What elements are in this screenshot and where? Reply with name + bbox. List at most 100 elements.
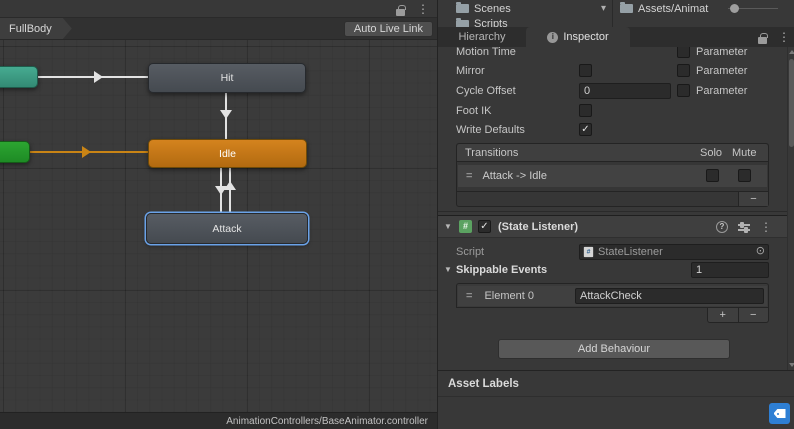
transitions-list: = Attack -> Idle xyxy=(457,162,768,191)
solo-checkbox[interactable] xyxy=(706,169,719,182)
zoom-slider-knob[interactable] xyxy=(730,4,739,13)
help-icon[interactable]: ? xyxy=(716,221,728,233)
drag-handle-icon[interactable]: = xyxy=(466,291,472,302)
motion-time-label: Motion Time xyxy=(456,47,516,61)
tag-icon xyxy=(774,409,786,418)
transition-hit-idle-arrow[interactable] xyxy=(220,110,232,119)
controller-path-bar: AnimationControllers/BaseAnimator.contro… xyxy=(0,412,437,429)
state-node-idle[interactable]: Idle xyxy=(148,139,307,168)
row-cycle-offset: Cycle Offset 0 Parameter xyxy=(438,82,787,100)
breadcrumb-label: FullBody xyxy=(9,23,52,35)
state-label: Attack xyxy=(212,223,241,235)
scroll-up-arrow[interactable] xyxy=(789,50,794,54)
asset-labels-header[interactable]: Asset Labels xyxy=(438,371,794,397)
cycle-offset-parameter-checkbox[interactable] xyxy=(677,84,690,97)
parameter-label: Parameter xyxy=(696,82,747,100)
state-machine-graph[interactable]: Hit Idle Attack xyxy=(0,40,437,412)
transition-attack-idle-arrow[interactable] xyxy=(224,181,236,190)
row-skippable-events: ▼ Skippable Events 1 xyxy=(438,261,787,279)
remove-transition-button[interactable]: − xyxy=(738,192,768,206)
transition-row[interactable]: = Attack -> Idle xyxy=(458,165,767,187)
minus-icon: − xyxy=(750,309,756,321)
add-behaviour-button[interactable]: Add Behaviour xyxy=(498,339,730,359)
breadcrumb-fullbody[interactable]: FullBody xyxy=(0,18,72,39)
folder-icon xyxy=(456,4,469,13)
cycle-offset-label: Cycle Offset xyxy=(456,82,516,100)
kebab-menu-icon[interactable]: ⋮ xyxy=(778,31,790,43)
foot-ik-checkbox[interactable] xyxy=(579,104,592,117)
auto-live-link-button[interactable]: Auto Live Link xyxy=(344,21,433,37)
hash-glyph: # xyxy=(463,222,468,231)
array-size-field[interactable]: 1 xyxy=(691,262,769,278)
motion-time-parameter-checkbox[interactable] xyxy=(677,47,690,58)
inspector-panel: Scenes ▾ Assets/Animat Scripts Hierarchy… xyxy=(437,0,794,429)
inspector-scrollbar[interactable] xyxy=(787,47,794,370)
project-row-scenes[interactable]: Scenes xyxy=(438,0,598,17)
dropdown-caret-icon[interactable]: ▾ xyxy=(601,3,606,14)
project-row-scripts[interactable]: Scripts xyxy=(438,17,598,27)
element-list-box: = Element 0 AttackCheck xyxy=(456,283,769,308)
tab-inspector[interactable]: i Inspector xyxy=(526,27,630,47)
element-label: Element 0 xyxy=(484,290,534,302)
transition-anystate-hit-arrow[interactable] xyxy=(94,71,103,83)
element-row[interactable]: = Element 0 AttackCheck xyxy=(458,286,767,306)
section-divider xyxy=(438,211,787,212)
mute-column-label: Mute xyxy=(732,144,756,162)
scrollbar-thumb[interactable] xyxy=(789,59,794,147)
state-node-hit[interactable]: Hit xyxy=(148,63,306,93)
transition-attack-idle[interactable] xyxy=(229,168,231,213)
drag-handle-icon[interactable]: = xyxy=(466,171,472,182)
project-strip: Scenes ▾ Assets/Animat Scripts xyxy=(438,0,794,27)
transition-entry-idle-arrow[interactable] xyxy=(82,146,91,158)
add-element-button[interactable]: + xyxy=(708,308,739,322)
transitions-footer: − xyxy=(457,191,768,206)
check-icon: ✓ xyxy=(480,222,488,232)
asset-label-button[interactable] xyxy=(769,403,790,424)
foldout-icon[interactable]: ▼ xyxy=(444,266,452,274)
element-value-field[interactable]: AttackCheck xyxy=(575,288,764,304)
tab-label: Inspector xyxy=(563,31,608,43)
lock-icon[interactable] xyxy=(396,9,405,16)
tab-bar: Hierarchy i Inspector ⋮ xyxy=(438,27,794,47)
remove-element-button[interactable]: − xyxy=(739,308,769,322)
component-enabled-checkbox[interactable]: ✓ xyxy=(478,220,491,233)
animator-topbar: ⋮ xyxy=(0,0,437,18)
kebab-menu-icon[interactable]: ⋮ xyxy=(417,3,429,15)
check-icon: ✓ xyxy=(581,125,589,135)
presets-icon[interactable] xyxy=(738,222,750,233)
write-defaults-checkbox[interactable]: ✓ xyxy=(579,123,592,136)
solo-column-label: Solo xyxy=(700,144,722,162)
kebab-menu-icon[interactable]: ⋮ xyxy=(760,221,772,233)
tab-hierarchy[interactable]: Hierarchy xyxy=(438,27,526,47)
asset-labels-title: Asset Labels xyxy=(448,378,519,390)
component-header[interactable]: ▼ # ✓ (State Listener) ? ⋮ xyxy=(438,215,787,238)
any-state-node[interactable] xyxy=(0,66,38,88)
help-glyph: ? xyxy=(720,223,725,231)
animator-panel: ⋮ FullBody Auto Live Link xyxy=(0,0,437,429)
script-label: Script xyxy=(456,243,484,261)
state-node-attack[interactable]: Attack xyxy=(146,213,308,244)
breadcrumb-bar: FullBody Auto Live Link xyxy=(0,18,437,40)
transitions-title: Transitions xyxy=(465,144,518,162)
pane-divider[interactable] xyxy=(612,0,613,27)
object-picker-icon[interactable]: ⊙ xyxy=(756,246,765,257)
row-foot-ik: Foot IK xyxy=(438,102,787,120)
parameter-label: Parameter xyxy=(696,62,747,80)
script-field[interactable]: # StateListener ⊙ xyxy=(579,244,769,260)
entry-node[interactable] xyxy=(0,141,30,163)
row-motion-time: Motion Time Parameter xyxy=(438,47,787,61)
scroll-down-arrow[interactable] xyxy=(789,363,794,367)
row-mirror: Mirror Parameter xyxy=(438,62,787,80)
mirror-checkbox[interactable] xyxy=(579,64,592,77)
mute-checkbox[interactable] xyxy=(738,169,751,182)
transition-row-label: Attack -> Idle xyxy=(482,170,547,182)
cycle-offset-field[interactable]: 0 xyxy=(579,83,671,99)
mirror-label: Mirror xyxy=(456,62,485,80)
hash-glyph: # xyxy=(587,249,591,256)
foldout-icon[interactable]: ▼ xyxy=(444,223,452,231)
lock-icon[interactable] xyxy=(758,37,767,44)
script-component-icon: # xyxy=(459,220,472,233)
transition-anystate-hit[interactable] xyxy=(38,76,148,78)
project-breadcrumb[interactable]: Assets/Animat xyxy=(614,0,734,17)
mirror-parameter-checkbox[interactable] xyxy=(677,64,690,77)
